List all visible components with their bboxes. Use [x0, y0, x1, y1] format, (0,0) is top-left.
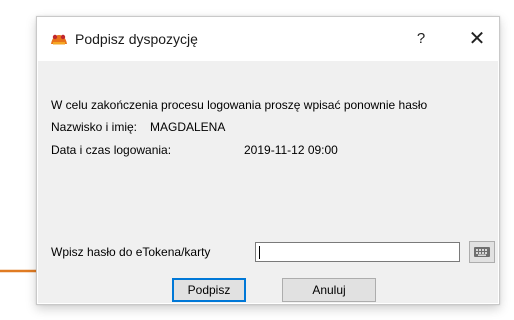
name-label: Nazwisko i imię:: [51, 120, 138, 134]
cancel-button[interactable]: Anuluj: [282, 278, 376, 302]
dialog-title: Podpisz dyspozycję: [75, 31, 198, 47]
sign-dialog: Podpisz dyspozycję ? ✕ W celu zakończeni…: [36, 16, 500, 305]
dialog-titlebar[interactable]: Podpisz dyspozycję ? ✕: [37, 17, 499, 61]
close-button[interactable]: ✕: [465, 27, 489, 51]
password-input[interactable]: [255, 242, 460, 262]
keyboard-icon: [474, 247, 490, 257]
text-caret: [259, 246, 260, 259]
name-value: MAGDALENA: [150, 120, 226, 134]
dialog-body: W celu zakończenia procesu logowania pro…: [38, 61, 498, 303]
app-logo-icon: [51, 34, 67, 45]
datetime-label: Data i czas logowania:: [51, 143, 172, 157]
datetime-value: 2019-11-12 09:00: [244, 143, 338, 157]
help-button[interactable]: ?: [409, 27, 433, 51]
virtual-keyboard-button[interactable]: [469, 241, 495, 263]
login-message: W celu zakończenia procesu logowania pro…: [51, 98, 428, 112]
sign-button[interactable]: Podpisz: [172, 278, 246, 302]
password-label: Wpisz hasło do eTokena/karty: [51, 245, 211, 259]
